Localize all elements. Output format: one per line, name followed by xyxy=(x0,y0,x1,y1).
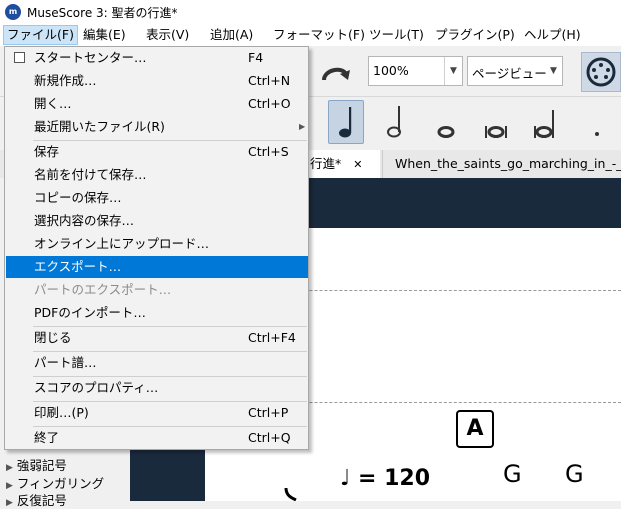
chevron-right-icon: ▶ xyxy=(6,463,13,473)
menu-item-save[interactable]: 保存 Ctrl+S xyxy=(6,141,308,163)
palette-item-repeats[interactable]: ▶ 反復記号 xyxy=(6,490,67,509)
checkbox-icon[interactable] xyxy=(14,52,25,63)
menu-item-import-pdf[interactable]: PDFのインポート… xyxy=(6,302,308,324)
menu-tools[interactable]: ツール(T) xyxy=(366,26,427,44)
chevron-down-icon[interactable]: ▼ xyxy=(444,57,462,85)
menu-item-save-selection[interactable]: 選択内容の保存… xyxy=(6,210,308,232)
menu-item-open[interactable]: 開く… Ctrl+O xyxy=(6,93,308,115)
tab-current-score[interactable]: 行進* ✕ xyxy=(300,150,380,178)
chevron-right-icon: ▶ xyxy=(6,498,13,508)
menu-bar: ファイル(F) 編集(E) 表示(V) 追加(A) フォーマット(F) ツール(… xyxy=(0,24,621,46)
menu-item-save-as[interactable]: 名前を付けて保存… xyxy=(6,164,308,186)
midi-input-icon[interactable] xyxy=(581,52,621,92)
quarter-note-icon[interactable] xyxy=(328,100,364,144)
menu-item-recent-files[interactable]: 最近開いたファイル(R) ▶ xyxy=(6,116,308,138)
view-mode-value: ページビュー xyxy=(472,66,547,81)
menu-item-close[interactable]: 閉じる Ctrl+F4 xyxy=(6,327,308,349)
title-bar: m MuseScore 3: 聖者の行進* xyxy=(0,0,621,24)
whole-note-icon[interactable] xyxy=(428,100,464,144)
menu-view[interactable]: 表示(V) xyxy=(143,26,192,44)
menu-edit[interactable]: 編集(E) xyxy=(80,26,129,44)
chord-symbol[interactable]: G xyxy=(565,460,584,488)
chevron-right-icon: ▶ xyxy=(299,122,306,131)
window-title: MuseScore 3: 聖者の行進* xyxy=(27,6,178,20)
menu-item-upload-online[interactable]: オンライン上にアップロード… xyxy=(6,233,308,255)
menu-file[interactable]: ファイル(F) xyxy=(3,25,78,45)
menu-item-quit[interactable]: 終了 Ctrl+Q xyxy=(6,427,308,449)
chevron-down-icon[interactable]: ▼ xyxy=(545,57,562,85)
file-menu-dropdown: スタートセンター… F4 新規作成… Ctrl+N 開く… Ctrl+O 最近開… xyxy=(4,46,309,450)
musescore-icon: m xyxy=(5,4,21,20)
menu-item-new[interactable]: 新規作成… Ctrl+N xyxy=(6,70,308,92)
palette-item-dynamics[interactable]: ▶ 強弱記号 xyxy=(6,455,67,474)
longa-note-icon[interactable] xyxy=(528,100,564,144)
menu-help[interactable]: ヘルプ(H) xyxy=(521,26,584,44)
zoom-combobox[interactable]: 100% ▼ xyxy=(368,56,463,86)
menu-plugins[interactable]: プラグイン(P) xyxy=(432,26,518,44)
menu-item-export-parts: パートのエクスポート… xyxy=(34,282,172,297)
redo-icon[interactable] xyxy=(318,58,354,88)
menu-item-export[interactable]: エクスポート… xyxy=(6,256,308,278)
menu-item-start-center[interactable]: スタートセンター… F4 xyxy=(6,47,308,69)
note-stem xyxy=(284,487,297,501)
menu-add[interactable]: 追加(A) xyxy=(207,26,256,44)
augmentation-dot-icon[interactable] xyxy=(585,100,621,144)
tab-other-score[interactable]: When_the_saints_go_marching_in_-_T xyxy=(382,150,621,178)
half-note-icon[interactable] xyxy=(378,100,414,144)
chord-symbol[interactable]: G xyxy=(503,460,522,488)
tempo-marking[interactable]: ♩ = 120 xyxy=(340,466,430,491)
tab-label: 行進* xyxy=(310,156,342,171)
menu-item-save-copy[interactable]: コピーの保存… xyxy=(6,187,308,209)
menu-format[interactable]: フォーマット(F) xyxy=(270,26,368,44)
menu-item-parts[interactable]: パート譜… xyxy=(6,352,308,374)
breve-note-icon[interactable] xyxy=(478,100,514,144)
view-mode-combobox[interactable]: ページビュー ▼ xyxy=(467,56,563,86)
menu-item-score-properties[interactable]: スコアのプロパティ… xyxy=(6,377,308,399)
menu-item-print[interactable]: 印刷…(P) Ctrl+P xyxy=(6,402,308,424)
zoom-value: 100% xyxy=(373,63,409,78)
rehearsal-mark[interactable]: A xyxy=(456,410,494,448)
close-icon[interactable]: ✕ xyxy=(353,158,362,171)
